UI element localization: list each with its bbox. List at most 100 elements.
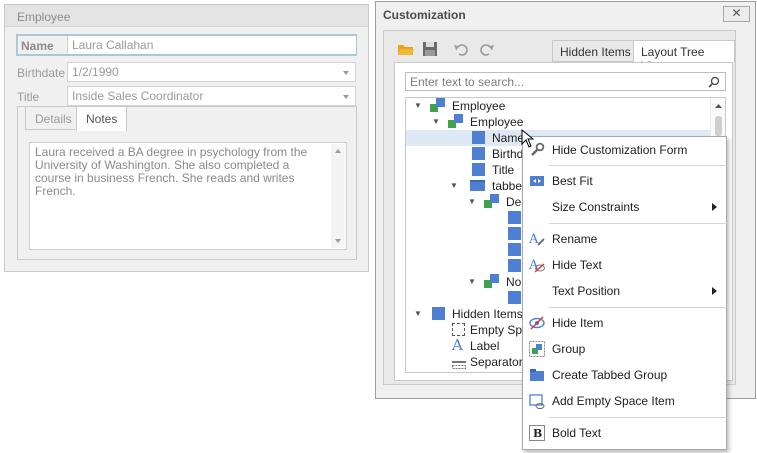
tree-node-label: Employee: [452, 99, 506, 113]
menu-separator: [549, 307, 727, 308]
separator-icon: [452, 356, 466, 372]
menu-item-label: Rename: [552, 232, 598, 246]
tab-layout-tree-view[interactable]: Layout Tree View: [633, 40, 735, 73]
svg-text:B: B: [533, 427, 542, 440]
tree-node-label: Separator: [470, 355, 523, 369]
menu-item-group[interactable]: Group: [524, 337, 725, 361]
details-notes-tab-group: Details Notes Laura received a BA degree…: [17, 106, 357, 260]
tree-node-label: Employee: [470, 115, 524, 129]
menu-item-label: Add Empty Space Item: [552, 394, 675, 408]
menu-item-best-fit[interactable]: Best Fit: [524, 169, 725, 193]
menu-item-label: Text Position: [552, 284, 621, 298]
employee-layout-panel: Employee Name Laura Callahan Birthdate 1…: [4, 4, 369, 272]
birthdate-label: Birthdate: [17, 66, 66, 80]
title-field[interactable]: Inside Sales Coordinator: [67, 86, 356, 106]
menu-item-label: Create Tabbed Group: [552, 368, 668, 382]
tree-node-label: Empty Spa: [470, 323, 529, 337]
tabbed-group-icon: [470, 180, 485, 191]
menu-separator: [549, 223, 727, 224]
name-row[interactable]: Name Laura Callahan: [16, 34, 357, 56]
submenu-arrow-icon: [712, 287, 717, 295]
open-folder-icon[interactable]: [397, 40, 415, 58]
expand-arrow-icon[interactable]: ▼: [468, 194, 476, 210]
menu-item-label: Hide Customization Form: [552, 143, 688, 157]
mouse-cursor-icon: [521, 128, 535, 152]
expand-arrow-icon[interactable]: ▼: [450, 178, 458, 194]
search-icon[interactable]: [708, 76, 720, 91]
item-icon[interactable]: [508, 211, 521, 224]
menu-item-create-tabbed-group[interactable]: Create Tabbed Group: [524, 363, 725, 387]
title-label: Title: [17, 90, 40, 104]
item-icon: [472, 163, 485, 176]
menu-item-hide-text[interactable]: A Hide Text: [524, 253, 725, 277]
tab-details[interactable]: Details: [25, 106, 82, 130]
menu-item-bold-text[interactable]: B Bold Text: [524, 421, 725, 445]
birthdate-field[interactable]: 1/2/1990: [67, 62, 356, 82]
svg-text:A: A: [529, 232, 539, 247]
tree-node-label: De: [506, 195, 522, 209]
item-icon[interactable]: [508, 291, 521, 304]
menu-item-text-position[interactable]: Text Position: [524, 279, 725, 303]
name-label: Name: [21, 39, 54, 53]
search-placeholder: Enter text to search...: [410, 75, 525, 89]
expand-arrow-icon[interactable]: ▼: [432, 114, 440, 130]
hide-text-icon: A: [528, 257, 545, 273]
item-icon[interactable]: [508, 243, 521, 256]
menu-item-add-empty-space-item[interactable]: Add Empty Space Item: [524, 389, 725, 413]
item-icon: [432, 307, 445, 320]
menu-item-label: Size Constraints: [552, 200, 640, 214]
menu-separator: [549, 417, 727, 418]
notes-scrollbar[interactable]: [331, 144, 345, 248]
menu-item-rename[interactable]: A Rename: [524, 227, 725, 251]
notes-text: Laura received a BA degree in psychology…: [35, 145, 308, 198]
tree-node-label: Hidden Items: [452, 307, 523, 321]
undo-icon[interactable]: [453, 40, 471, 58]
bold-icon: B: [529, 425, 545, 441]
item-icon[interactable]: [508, 227, 521, 240]
notes-memo[interactable]: Laura received a BA degree in psychology…: [29, 142, 347, 250]
menu-item-label: Hide Item: [552, 316, 604, 330]
menu-item-hide-customization-form[interactable]: Hide Customization Form: [524, 138, 725, 162]
tree-node-label: Title: [492, 163, 515, 177]
tree-node-label: Label: [470, 339, 500, 353]
search-input[interactable]: Enter text to search...: [405, 72, 726, 91]
menu-item-label: Group: [552, 342, 586, 356]
menu-item-size-constraints[interactable]: Size Constraints: [524, 195, 725, 219]
tree-node-label: Name: [492, 131, 525, 145]
context-menu: Hide Customization Form Best Fit Size Co…: [522, 136, 727, 450]
item-icon: [472, 147, 485, 160]
group-icon: [448, 114, 464, 132]
scroll-arrows-icon: [335, 149, 341, 243]
menu-item-hide-item[interactable]: Hide Item: [524, 311, 725, 335]
close-button[interactable]: ✕: [723, 6, 750, 22]
menu-item-label: Bold Text: [552, 426, 602, 440]
employee-group-header: Employee: [5, 5, 368, 27]
group-icon: [484, 274, 500, 292]
menu-item-label: Best Fit: [552, 174, 593, 188]
hide-item-icon: [529, 315, 545, 331]
tab-notes[interactable]: Notes: [76, 106, 128, 131]
expand-arrow-icon[interactable]: ▼: [414, 98, 422, 114]
tree-node-label: No: [506, 275, 522, 289]
menu-item-label: Hide Text: [552, 258, 602, 272]
group-icon: [484, 194, 500, 212]
group-icon: [529, 341, 545, 357]
item-icon: [472, 131, 485, 144]
label-icon: A: [452, 336, 463, 354]
submenu-arrow-icon: [712, 203, 717, 211]
expand-arrow-icon[interactable]: ▼: [468, 274, 476, 290]
item-icon[interactable]: [508, 259, 521, 272]
add-empty-space-icon: [529, 393, 545, 409]
employee-group-title: Employee: [17, 10, 71, 24]
tab-hidden-items[interactable]: Hidden Items: [552, 40, 639, 62]
menu-separator: [549, 165, 727, 166]
close-icon: ✕: [731, 6, 742, 20]
name-field[interactable]: Laura Callahan: [67, 36, 356, 54]
tabbed-group-icon: [529, 367, 545, 383]
empty-space-icon: [452, 323, 465, 336]
customization-title: Customization: [383, 8, 466, 22]
best-fit-icon: [529, 173, 545, 189]
expand-arrow-icon[interactable]: ▼: [414, 306, 422, 322]
redo-icon[interactable]: [477, 40, 495, 58]
save-icon[interactable]: [421, 40, 439, 58]
